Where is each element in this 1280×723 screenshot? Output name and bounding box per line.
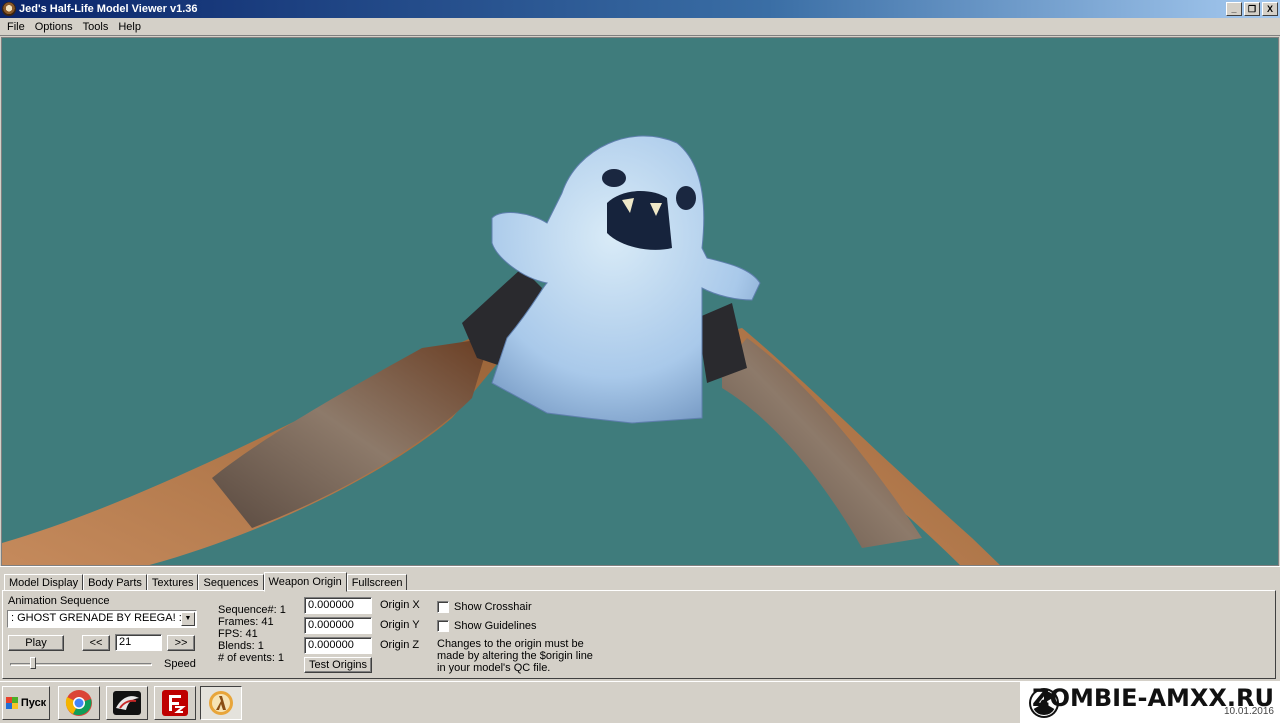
chevron-down-icon[interactable]: ▼ [181, 612, 195, 626]
tab-body-parts[interactable]: Body Parts [83, 574, 147, 591]
animation-sequence-label: Animation Sequence [8, 595, 110, 607]
menu-help[interactable]: Help [113, 21, 146, 33]
title-bar[interactable]: Jed's Half-Life Model Viewer v1.36 _ ❐ X [0, 0, 1280, 18]
minimize-button[interactable]: _ [1226, 2, 1242, 16]
tray-date: 10.01.2016 [1223, 706, 1274, 717]
frames-text: Frames: 41 [218, 616, 274, 628]
play-button[interactable]: Play [8, 635, 64, 651]
animation-sequence-select[interactable]: : GHOST GRENADE BY REEGA! : ▼ [7, 610, 197, 628]
tab-weapon-origin[interactable]: Weapon Origin [263, 572, 347, 592]
origin-note-line-1: Changes to the origin must be [437, 638, 584, 650]
test-origins-button[interactable]: Test Origins [304, 657, 372, 673]
origin-note-line-2: made by altering the $origin line [437, 650, 593, 662]
fps-text: FPS: 41 [218, 628, 258, 640]
start-button[interactable]: Пуск [2, 686, 50, 720]
menu-tools[interactable]: Tools [78, 21, 114, 33]
taskbar-filezilla[interactable] [154, 686, 196, 720]
origin-x-label: Origin X [380, 599, 420, 611]
taskbar-cs[interactable] [106, 686, 148, 720]
control-panel: Model Display Body Parts Textures Sequen… [0, 566, 1280, 681]
close-button[interactable]: X [1262, 2, 1278, 16]
chrome-icon [65, 690, 92, 716]
frame-number-input[interactable]: 21 [115, 634, 162, 651]
next-frame-button[interactable]: >> [167, 635, 195, 651]
tab-textures[interactable]: Textures [146, 574, 199, 591]
half-life-app-icon [2, 2, 16, 16]
speed-label: Speed [164, 658, 196, 670]
start-label: Пуск [20, 697, 47, 709]
filezilla-icon [162, 690, 188, 716]
left-arm-tattoo [212, 338, 490, 528]
menu-options[interactable]: Options [30, 21, 78, 33]
origin-z-input[interactable]: 0.000000 [304, 637, 372, 654]
origin-y-label: Origin Y [380, 619, 420, 631]
tab-sequences[interactable]: Sequences [198, 574, 264, 591]
half-life-icon [209, 691, 233, 715]
show-crosshair-checkbox[interactable] [437, 601, 449, 613]
taskbar-chrome[interactable] [58, 686, 100, 720]
app-window: Jed's Half-Life Model Viewer v1.36 _ ❐ X… [0, 0, 1280, 723]
tab-model-display[interactable]: Model Display [4, 574, 84, 591]
model-render [2, 135, 1000, 565]
origin-y-input[interactable]: 0.000000 [304, 617, 372, 634]
tab-strip: Model Display Body Parts Textures Sequen… [4, 572, 408, 592]
right-arm-tattoo [722, 338, 922, 548]
taskbar-half-life[interactable] [200, 686, 242, 720]
origin-note-line-3: in your model's QC file. [437, 662, 551, 674]
show-guidelines-label: Show Guidelines [454, 620, 537, 632]
window-title: Jed's Half-Life Model Viewer v1.36 [19, 3, 198, 15]
windows-logo-icon [5, 697, 18, 709]
model-viewport[interactable] [1, 37, 1279, 566]
prev-frame-button[interactable]: << [82, 635, 110, 651]
show-crosshair-label: Show Crosshair [454, 601, 532, 613]
origin-x-input[interactable]: 0.000000 [304, 597, 372, 614]
tab-fullscreen[interactable]: Fullscreen [346, 574, 408, 591]
animation-sequence-value: : GHOST GRENADE BY REEGA! : [11, 612, 182, 624]
events-text: # of events: 1 [218, 652, 285, 664]
menu-bar: File Options Tools Help [0, 18, 1280, 36]
menu-file[interactable]: File [2, 21, 30, 33]
taskbar: Пуск ZOMBIE-AMXX.RU 10.01.2016 [0, 681, 1280, 723]
sequence-number-text: Sequence#: 1 [218, 604, 286, 616]
blends-text: Blends: 1 [218, 640, 264, 652]
restore-button[interactable]: ❐ [1244, 2, 1260, 16]
speed-slider-thumb[interactable] [30, 657, 36, 669]
show-guidelines-checkbox[interactable] [437, 620, 449, 632]
origin-z-label: Origin Z [380, 639, 420, 651]
cs-hawk-icon [113, 691, 141, 715]
system-tray: ZOMBIE-AMXX.RU 10.01.2016 [1020, 682, 1280, 723]
